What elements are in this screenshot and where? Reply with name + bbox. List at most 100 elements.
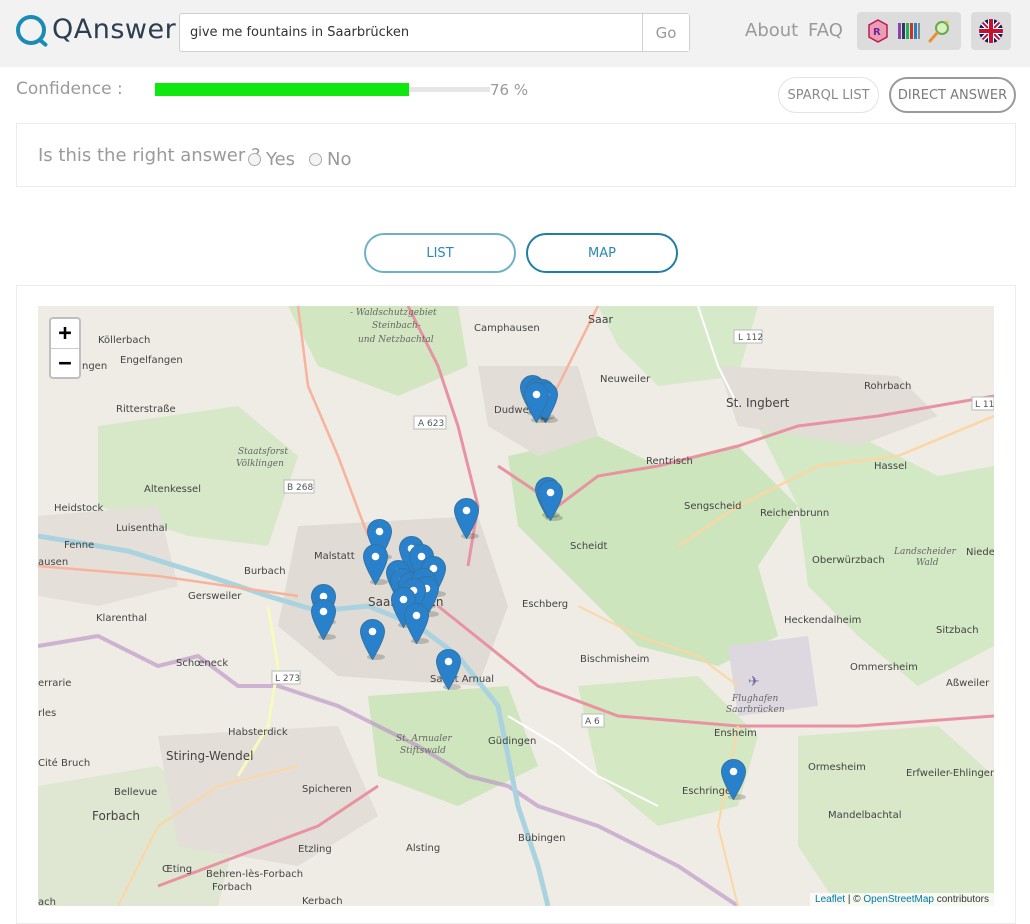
svg-text:L 112: L 112: [738, 333, 763, 343]
svg-text:Reichenbrunn: Reichenbrunn: [760, 508, 829, 519]
svg-text:Schœneck: Schœneck: [176, 658, 228, 669]
svg-text:Neuweiler: Neuweiler: [600, 374, 651, 385]
fountain-marker-icon[interactable]: [720, 758, 747, 801]
svg-text:Ommersheim: Ommersheim: [850, 662, 918, 673]
svg-text:Rentrisch: Rentrisch: [646, 456, 693, 467]
fountain-marker-icon[interactable]: [453, 497, 480, 540]
fountain-marker-icon[interactable]: [523, 381, 550, 424]
nav-about[interactable]: About: [745, 20, 798, 41]
svg-text:Erfweiler-Ehlingen: Erfweiler-Ehlingen: [906, 768, 994, 779]
svg-text:A 623: A 623: [418, 419, 444, 429]
svg-text:L 273: L 273: [275, 674, 300, 684]
zoom-out-button[interactable]: −: [51, 348, 79, 377]
confidence-bar-fill: [155, 83, 409, 96]
svg-text:Fenne: Fenne: [64, 540, 94, 551]
svg-text:Wald: Wald: [916, 558, 939, 568]
confidence-bar: [155, 83, 490, 96]
fountain-marker-icon[interactable]: [362, 543, 389, 586]
svg-text:Aßweiler: Aßweiler: [946, 678, 990, 689]
svg-text:Luisenthal: Luisenthal: [116, 523, 167, 534]
svg-text:Heidstock: Heidstock: [54, 503, 104, 514]
svg-text:Güdingen: Güdingen: [488, 736, 536, 747]
svg-text:Rohrbach: Rohrbach: [864, 381, 911, 392]
svg-text:errarie: errarie: [38, 678, 71, 689]
svg-text:ngen: ngen: [82, 361, 107, 372]
svg-text:Forbach: Forbach: [212, 882, 252, 893]
svg-text:Hassel: Hassel: [874, 461, 907, 472]
svg-text:Engelfangen: Engelfangen: [120, 355, 183, 366]
fountain-marker-icon[interactable]: [537, 479, 564, 522]
fountain-marker-icon[interactable]: [310, 598, 337, 641]
svg-text:St. Ingbert: St. Ingbert: [726, 396, 790, 410]
svg-text:Gersweiler: Gersweiler: [188, 591, 242, 602]
svg-text:Klarenthal: Klarenthal: [96, 613, 147, 624]
top-bar: QAnswer Go About FAQ R: [0, 0, 1030, 67]
svg-text:Burbach: Burbach: [244, 566, 286, 577]
search-input[interactable]: [180, 14, 642, 51]
svg-text:ach: ach: [38, 897, 56, 906]
svg-text:R: R: [873, 27, 881, 38]
svg-text:Stiftswald: Stiftswald: [400, 746, 446, 756]
confidence-label: Confidence :: [16, 79, 123, 99]
svg-text:B 268: B 268: [287, 483, 313, 493]
svg-text:Bübingen: Bübingen: [518, 833, 566, 844]
feedback-yes-radio[interactable]: Yes: [248, 149, 295, 170]
svg-text:Landscheider: Landscheider: [893, 547, 957, 557]
feedback-question: Is this the right answer ?: [38, 145, 261, 166]
svg-text:und Netzbachtal: und Netzbachtal: [358, 335, 434, 345]
language-selector[interactable]: [971, 12, 1011, 50]
qanswer-logo[interactable]: QAnswer: [16, 14, 176, 45]
uk-flag-icon: [979, 19, 1003, 43]
svg-text:Eschberg: Eschberg: [522, 599, 568, 610]
svg-text:Heckendalheim: Heckendalheim: [784, 615, 861, 626]
svg-text:St. Arnualer: St. Arnualer: [396, 734, 452, 744]
feedback-no-label: No: [327, 149, 352, 170]
svg-text:Ormesheim: Ormesheim: [808, 762, 866, 773]
tab-map[interactable]: MAP: [526, 233, 678, 273]
svg-text:Habsterdick: Habsterdick: [228, 727, 288, 738]
go-button[interactable]: Go: [642, 14, 689, 51]
svg-text:Saar: Saar: [588, 313, 613, 326]
svg-text:A 6: A 6: [585, 717, 600, 727]
fountain-marker-icon[interactable]: [359, 618, 386, 661]
kb-tools-group: R: [857, 12, 961, 50]
svg-text:Ritterstraße: Ritterstraße: [116, 404, 176, 415]
svg-text:Ensheim: Ensheim: [714, 728, 757, 739]
svg-text:L 11: L 11: [975, 400, 994, 410]
results-map[interactable]: Köllerbach Engelfangen Ritterstraße Alte…: [38, 306, 994, 906]
svg-text:Steinbach-: Steinbach-: [372, 321, 421, 331]
rdf-icon[interactable]: R: [865, 18, 891, 44]
osm-link[interactable]: OpenStreetMap: [863, 894, 934, 905]
svg-text:Malstatt: Malstatt: [314, 551, 355, 562]
map-label: Köllerbach: [98, 335, 150, 346]
leaflet-link[interactable]: Leaflet: [815, 894, 845, 905]
tab-list[interactable]: LIST: [364, 233, 516, 273]
svg-text:Behren-lès-Forbach: Behren-lès-Forbach: [206, 868, 303, 880]
svg-text:Etzling: Etzling: [298, 844, 332, 855]
svg-text:Camphausen: Camphausen: [474, 323, 540, 334]
fountain-marker-icon[interactable]: [403, 602, 430, 645]
svg-text:Sengscheid: Sengscheid: [684, 501, 742, 512]
library-icon[interactable]: [896, 18, 922, 44]
logo-q-icon: [16, 14, 46, 45]
zoom-control: + −: [49, 317, 81, 379]
zoom-in-button[interactable]: +: [51, 319, 79, 348]
airport-icon: ✈: [748, 674, 760, 690]
feedback-yes-label: Yes: [266, 149, 296, 170]
direct-answer-button[interactable]: DIRECT ANSWER: [889, 77, 1016, 113]
svg-text:Scheidt: Scheidt: [570, 541, 607, 552]
logo-text: QAnswer: [52, 14, 177, 45]
magic-search-icon[interactable]: [927, 18, 953, 44]
svg-text:Forbach: Forbach: [92, 809, 140, 823]
feedback-no-radio[interactable]: No: [309, 149, 351, 170]
svg-text:Cité Bruch: Cité Bruch: [38, 757, 90, 769]
confidence-value: 76 %: [490, 81, 529, 99]
svg-text:Kerbach: Kerbach: [302, 896, 343, 906]
nav-faq[interactable]: FAQ: [808, 20, 843, 41]
svg-text:Altenkessel: Altenkessel: [144, 484, 201, 495]
radio-circle[interactable]: [248, 153, 261, 166]
svg-text:Saarbrücken: Saarbrücken: [726, 705, 785, 715]
fountain-marker-icon[interactable]: [435, 648, 462, 691]
sparql-list-button[interactable]: SPARQL LIST: [778, 77, 879, 113]
radio-circle[interactable]: [309, 153, 322, 166]
